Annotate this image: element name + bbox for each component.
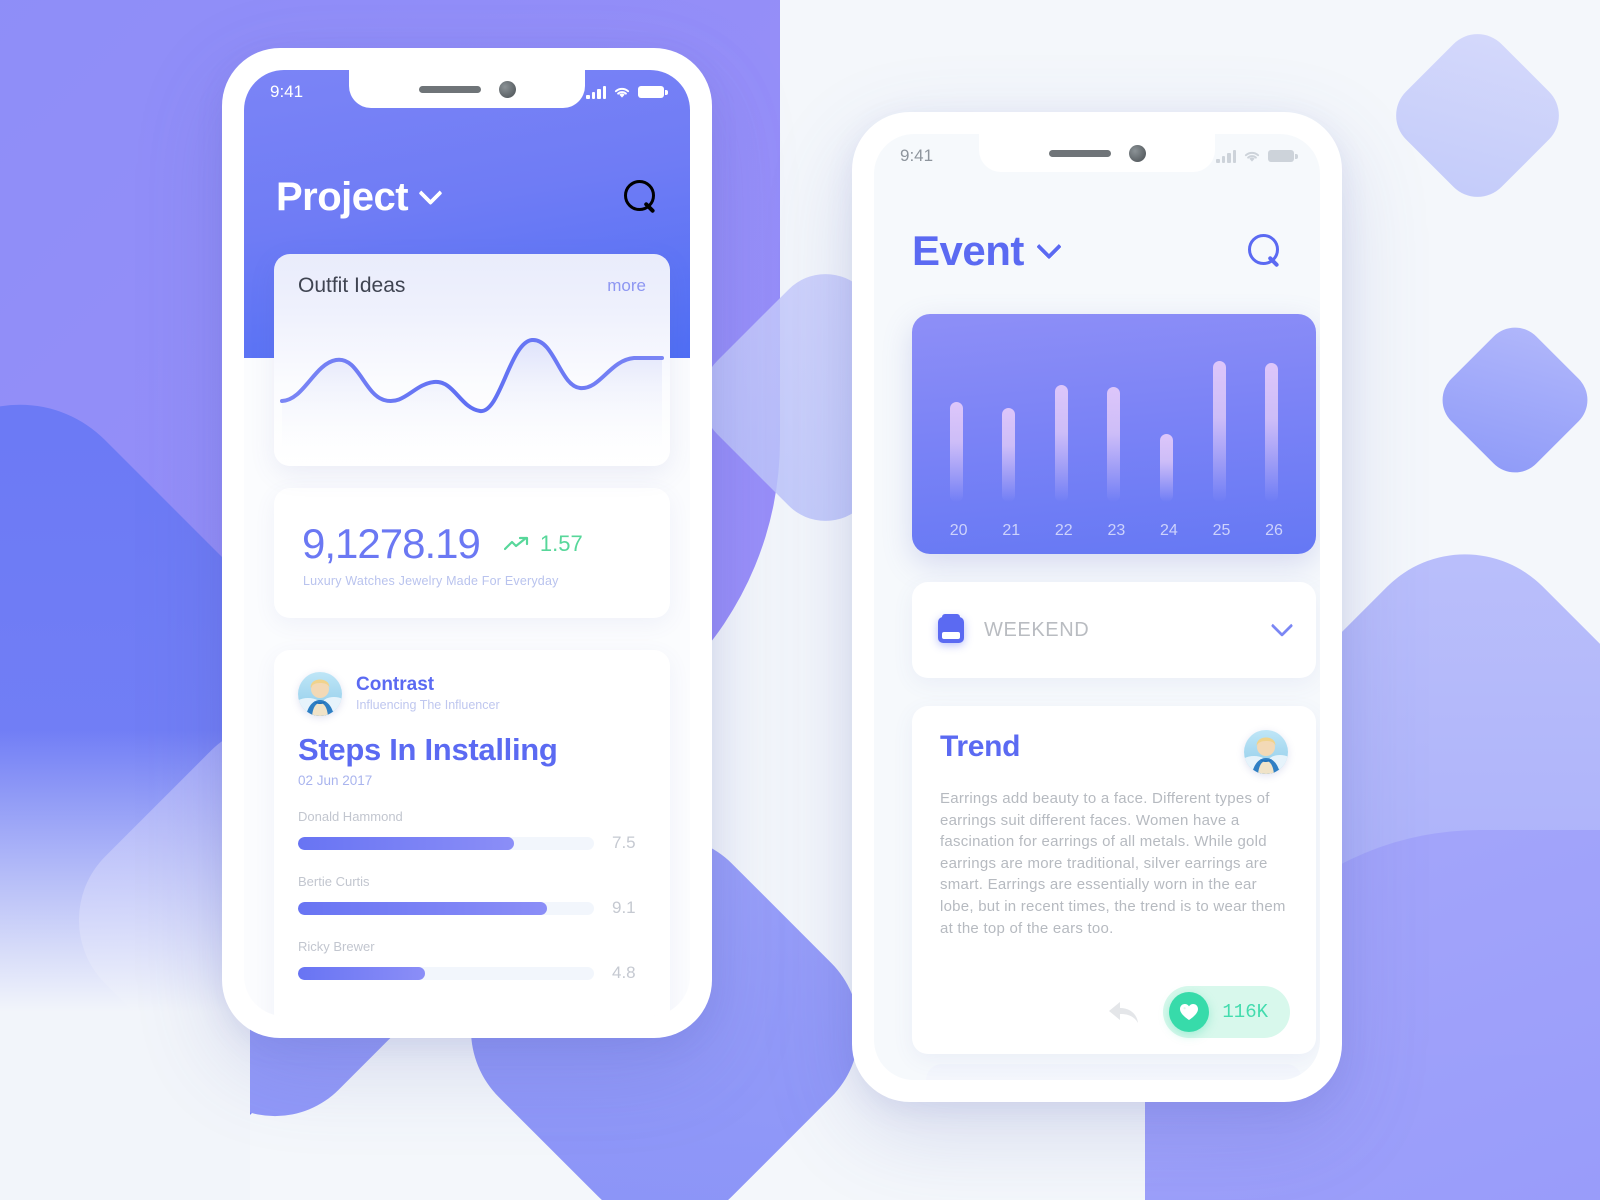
trend-title: Trend [940,730,1021,763]
stat-value: 9,1278.19 [302,520,481,567]
bar-column [1002,314,1016,502]
bar-column [1265,314,1279,502]
avatar [1244,730,1288,774]
progress-track [298,966,594,980]
progress-row: Ricky Brewer 4.8 [298,939,646,983]
front-camera [1128,144,1146,162]
progress-value: 4.8 [612,963,636,982]
chevron-down-icon [1036,234,1062,260]
event-title-dropdown[interactable]: Event [912,227,1062,275]
project-screen: 9:41 Project Outfit Ideas more 9,1278.19… [244,70,690,1016]
bar [1002,408,1016,502]
battery-icon [1268,150,1298,162]
stat-card: 9,1278.19 1.57 Luxury Watches Jewelry Ma… [274,488,670,618]
outfit-ideas-chart-card: Outfit Ideas more [274,254,670,466]
stat-delta: 1.57 [503,531,583,557]
bar [1107,387,1121,502]
bar-label: 20 [949,522,968,539]
device-notch [979,134,1215,172]
cellular-signal-icon [1216,149,1236,163]
bar-label: 26 [1265,522,1283,539]
front-camera [498,80,516,98]
page-title: Event [912,227,1024,274]
device-notch [349,70,585,108]
steps-date: 02 Jun 2017 [298,773,373,788]
progress-fill [298,836,515,850]
progress-track [298,901,594,915]
event-toolbar: Event [874,216,1320,286]
bar-label: 21 [1002,522,1021,539]
heart-icon [1169,992,1210,1032]
bar-label: 22 [1054,522,1073,539]
status-time: 9:41 [270,82,304,101]
page-title: Project [276,174,409,219]
chart-title: Outfit Ideas [298,274,406,297]
project-title-dropdown[interactable]: Project [276,174,443,220]
progress-track [298,836,594,850]
bar-column [1107,314,1121,502]
bg-shape-square-top-right [1382,20,1573,211]
like-count: 116K [1222,1001,1268,1023]
bar-label: 23 [1107,522,1126,539]
bar [949,402,963,502]
bar-chart [912,314,1316,554]
event-screen: 9:41 Event 20 21 22 23 24 25 26 WEEKEND … [874,134,1320,1080]
bar-column [1160,314,1174,502]
search-icon[interactable] [624,180,658,214]
progress-row: Bertie Curtis 9.1 [298,874,646,918]
avatar [298,672,342,716]
reply-arrow-icon[interactable] [1107,998,1141,1026]
battery-icon [638,86,668,98]
bar-column [1212,314,1226,502]
bar [1265,362,1279,502]
search-icon[interactable] [1248,234,1282,268]
stat-delta-value: 1.57 [539,531,583,556]
weekend-selector[interactable]: WEEKEND [912,582,1316,678]
earpiece-speaker [418,85,481,93]
chevron-down-icon[interactable] [1270,614,1294,638]
progress-value: 9.1 [612,898,636,917]
author-subtitle: Influencing The Influencer [356,697,500,712]
earpiece-speaker [1048,149,1111,157]
bar [1054,385,1068,502]
author-row[interactable]: Contrast Influencing The Influencer [298,672,646,716]
bar-chart-x-labels: 20 21 22 23 24 25 26 [912,522,1316,540]
trend-body-text: Earrings add beauty to a face. Different… [940,790,1286,937]
stat-subtitle: Luxury Watches Jewelry Made For Everyday [303,574,559,588]
stacked-card-preview-1 [926,1064,1302,1080]
progress-row: Donald Hammond 7.5 [298,809,646,853]
chevron-down-icon [418,180,443,205]
progress-name: Donald Hammond [298,809,403,824]
project-toolbar: Project [244,162,690,232]
author-name: Contrast [356,673,435,695]
trend-card: Trend Earrings add beauty to a face. Dif… [912,706,1316,1054]
wifi-icon [614,87,630,98]
cellular-signal-icon [586,85,606,99]
bar-label: 24 [1160,522,1178,539]
weekend-label: WEEKEND [984,618,1090,641]
progress-fill [298,966,426,980]
calendar-icon [938,613,964,643]
bg-shape-square-mid-right [1430,315,1600,485]
phone-mockup-project: 9:41 Project Outfit Ideas more 9,1278.19… [222,48,712,1038]
steps-in-installing-card: Contrast Influencing The Influencer Step… [274,650,670,1016]
progress-value: 7.5 [612,833,636,852]
bar [1160,434,1174,502]
bar [1212,361,1226,502]
trend-up-icon [503,536,528,551]
like-button[interactable]: 116K [1163,986,1290,1038]
status-time: 9:41 [900,146,934,165]
bar-column [1054,314,1068,502]
progress-fill [298,901,547,915]
chart-more-link[interactable]: more [607,276,646,296]
progress-name: Bertie Curtis [298,874,370,889]
steps-title: Steps In Installing [298,732,558,767]
wifi-icon [1244,151,1260,162]
event-bar-chart-card: 20 21 22 23 24 25 26 [912,314,1316,554]
phone-mockup-event: 9:41 Event 20 21 22 23 24 25 26 WEEKEND … [852,112,1342,1102]
line-chart [280,338,664,466]
bar-label: 25 [1212,522,1231,539]
progress-name: Ricky Brewer [298,939,375,954]
bar-column [949,314,963,502]
